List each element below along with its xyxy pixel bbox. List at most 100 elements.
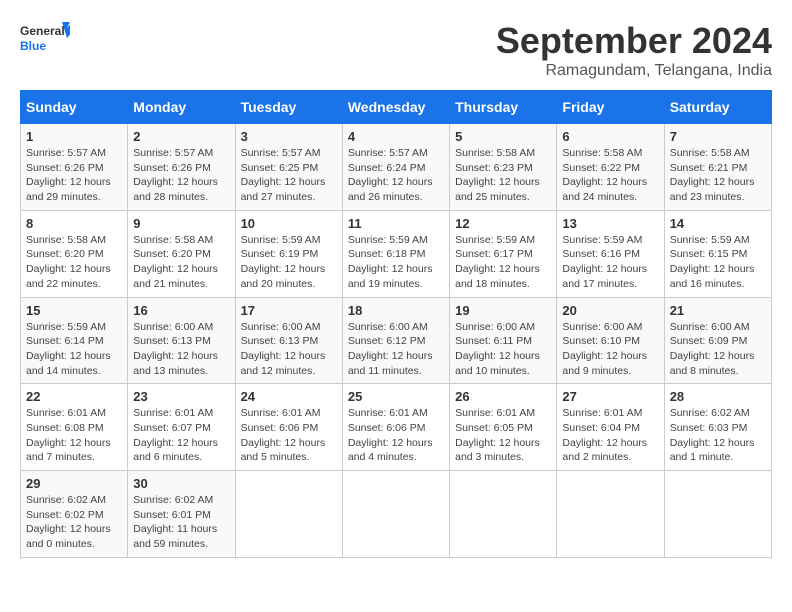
calendar-week-row: 15 Sunrise: 5:59 AM Sunset: 6:14 PM Dayl… <box>21 297 772 384</box>
day-info: Sunrise: 5:58 AM Sunset: 6:21 PM Dayligh… <box>670 146 766 205</box>
table-row <box>557 471 664 558</box>
page-header: General Blue September 2024 Ramagundam, … <box>20 20 772 80</box>
table-row: 3 Sunrise: 5:57 AM Sunset: 6:25 PM Dayli… <box>235 124 342 211</box>
day-number: 28 <box>670 389 766 404</box>
day-info: Sunrise: 5:59 AM Sunset: 6:18 PM Dayligh… <box>348 233 444 292</box>
day-number: 17 <box>241 303 337 318</box>
day-info: Sunrise: 5:59 AM Sunset: 6:14 PM Dayligh… <box>26 320 122 379</box>
day-number: 11 <box>348 216 444 231</box>
table-row <box>664 471 771 558</box>
day-info: Sunrise: 5:59 AM Sunset: 6:16 PM Dayligh… <box>562 233 658 292</box>
month-title: September 2024 <box>496 20 772 62</box>
table-row: 1 Sunrise: 5:57 AM Sunset: 6:26 PM Dayli… <box>21 124 128 211</box>
day-number: 18 <box>348 303 444 318</box>
table-row: 21 Sunrise: 6:00 AM Sunset: 6:09 PM Dayl… <box>664 297 771 384</box>
header-saturday: Saturday <box>664 91 771 124</box>
table-row: 25 Sunrise: 6:01 AM Sunset: 6:06 PM Dayl… <box>342 384 449 471</box>
table-row: 18 Sunrise: 6:00 AM Sunset: 6:12 PM Dayl… <box>342 297 449 384</box>
table-row: 12 Sunrise: 5:59 AM Sunset: 6:17 PM Dayl… <box>450 210 557 297</box>
day-number: 22 <box>26 389 122 404</box>
header-monday: Monday <box>128 91 235 124</box>
table-row: 4 Sunrise: 5:57 AM Sunset: 6:24 PM Dayli… <box>342 124 449 211</box>
table-row <box>450 471 557 558</box>
calendar-week-row: 29 Sunrise: 6:02 AM Sunset: 6:02 PM Dayl… <box>21 471 772 558</box>
day-number: 16 <box>133 303 229 318</box>
logo-svg: General Blue <box>20 20 70 60</box>
calendar-week-row: 1 Sunrise: 5:57 AM Sunset: 6:26 PM Dayli… <box>21 124 772 211</box>
day-number: 15 <box>26 303 122 318</box>
day-number: 24 <box>241 389 337 404</box>
table-row: 14 Sunrise: 5:59 AM Sunset: 6:15 PM Dayl… <box>664 210 771 297</box>
table-row: 6 Sunrise: 5:58 AM Sunset: 6:22 PM Dayli… <box>557 124 664 211</box>
table-row: 30 Sunrise: 6:02 AM Sunset: 6:01 PM Dayl… <box>128 471 235 558</box>
table-row: 26 Sunrise: 6:01 AM Sunset: 6:05 PM Dayl… <box>450 384 557 471</box>
day-info: Sunrise: 5:59 AM Sunset: 6:15 PM Dayligh… <box>670 233 766 292</box>
day-info: Sunrise: 6:00 AM Sunset: 6:11 PM Dayligh… <box>455 320 551 379</box>
day-info: Sunrise: 5:59 AM Sunset: 6:17 PM Dayligh… <box>455 233 551 292</box>
table-row: 19 Sunrise: 6:00 AM Sunset: 6:11 PM Dayl… <box>450 297 557 384</box>
day-info: Sunrise: 6:01 AM Sunset: 6:05 PM Dayligh… <box>455 406 551 465</box>
svg-text:General: General <box>20 24 65 38</box>
day-number: 6 <box>562 129 658 144</box>
day-number: 14 <box>670 216 766 231</box>
table-row: 24 Sunrise: 6:01 AM Sunset: 6:06 PM Dayl… <box>235 384 342 471</box>
day-info: Sunrise: 5:57 AM Sunset: 6:26 PM Dayligh… <box>133 146 229 205</box>
calendar-week-row: 8 Sunrise: 5:58 AM Sunset: 6:20 PM Dayli… <box>21 210 772 297</box>
table-row: 13 Sunrise: 5:59 AM Sunset: 6:16 PM Dayl… <box>557 210 664 297</box>
day-info: Sunrise: 6:02 AM Sunset: 6:03 PM Dayligh… <box>670 406 766 465</box>
calendar-table: Sunday Monday Tuesday Wednesday Thursday… <box>20 90 772 558</box>
day-info: Sunrise: 6:01 AM Sunset: 6:07 PM Dayligh… <box>133 406 229 465</box>
svg-text:Blue: Blue <box>20 39 46 53</box>
table-row: 28 Sunrise: 6:02 AM Sunset: 6:03 PM Dayl… <box>664 384 771 471</box>
day-number: 30 <box>133 476 229 491</box>
day-number: 12 <box>455 216 551 231</box>
header-wednesday: Wednesday <box>342 91 449 124</box>
table-row: 11 Sunrise: 5:59 AM Sunset: 6:18 PM Dayl… <box>342 210 449 297</box>
table-row <box>235 471 342 558</box>
table-row: 5 Sunrise: 5:58 AM Sunset: 6:23 PM Dayli… <box>450 124 557 211</box>
table-row: 23 Sunrise: 6:01 AM Sunset: 6:07 PM Dayl… <box>128 384 235 471</box>
day-info: Sunrise: 5:57 AM Sunset: 6:24 PM Dayligh… <box>348 146 444 205</box>
title-block: September 2024 Ramagundam, Telangana, In… <box>496 20 772 80</box>
day-info: Sunrise: 6:01 AM Sunset: 6:06 PM Dayligh… <box>348 406 444 465</box>
day-number: 27 <box>562 389 658 404</box>
day-info: Sunrise: 6:00 AM Sunset: 6:10 PM Dayligh… <box>562 320 658 379</box>
day-number: 13 <box>562 216 658 231</box>
day-number: 4 <box>348 129 444 144</box>
day-number: 25 <box>348 389 444 404</box>
table-row: 15 Sunrise: 5:59 AM Sunset: 6:14 PM Dayl… <box>21 297 128 384</box>
day-number: 8 <box>26 216 122 231</box>
header-tuesday: Tuesday <box>235 91 342 124</box>
day-number: 29 <box>26 476 122 491</box>
day-info: Sunrise: 5:58 AM Sunset: 6:22 PM Dayligh… <box>562 146 658 205</box>
day-info: Sunrise: 6:01 AM Sunset: 6:08 PM Dayligh… <box>26 406 122 465</box>
table-row: 8 Sunrise: 5:58 AM Sunset: 6:20 PM Dayli… <box>21 210 128 297</box>
table-row: 2 Sunrise: 5:57 AM Sunset: 6:26 PM Dayli… <box>128 124 235 211</box>
day-info: Sunrise: 5:57 AM Sunset: 6:26 PM Dayligh… <box>26 146 122 205</box>
table-row: 10 Sunrise: 5:59 AM Sunset: 6:19 PM Dayl… <box>235 210 342 297</box>
location-subtitle: Ramagundam, Telangana, India <box>496 62 772 80</box>
header-sunday: Sunday <box>21 91 128 124</box>
calendar-week-row: 22 Sunrise: 6:01 AM Sunset: 6:08 PM Dayl… <box>21 384 772 471</box>
day-number: 7 <box>670 129 766 144</box>
day-number: 9 <box>133 216 229 231</box>
day-number: 20 <box>562 303 658 318</box>
day-number: 10 <box>241 216 337 231</box>
day-number: 1 <box>26 129 122 144</box>
table-row: 7 Sunrise: 5:58 AM Sunset: 6:21 PM Dayli… <box>664 124 771 211</box>
table-row <box>342 471 449 558</box>
table-row: 29 Sunrise: 6:02 AM Sunset: 6:02 PM Dayl… <box>21 471 128 558</box>
table-row: 16 Sunrise: 6:00 AM Sunset: 6:13 PM Dayl… <box>128 297 235 384</box>
day-info: Sunrise: 5:58 AM Sunset: 6:20 PM Dayligh… <box>133 233 229 292</box>
day-number: 19 <box>455 303 551 318</box>
day-number: 2 <box>133 129 229 144</box>
logo: General Blue <box>20 20 70 60</box>
day-info: Sunrise: 6:00 AM Sunset: 6:13 PM Dayligh… <box>241 320 337 379</box>
day-info: Sunrise: 6:00 AM Sunset: 6:09 PM Dayligh… <box>670 320 766 379</box>
calendar-header-row: Sunday Monday Tuesday Wednesday Thursday… <box>21 91 772 124</box>
table-row: 20 Sunrise: 6:00 AM Sunset: 6:10 PM Dayl… <box>557 297 664 384</box>
day-info: Sunrise: 6:00 AM Sunset: 6:13 PM Dayligh… <box>133 320 229 379</box>
day-number: 5 <box>455 129 551 144</box>
day-info: Sunrise: 5:58 AM Sunset: 6:20 PM Dayligh… <box>26 233 122 292</box>
day-info: Sunrise: 6:01 AM Sunset: 6:04 PM Dayligh… <box>562 406 658 465</box>
